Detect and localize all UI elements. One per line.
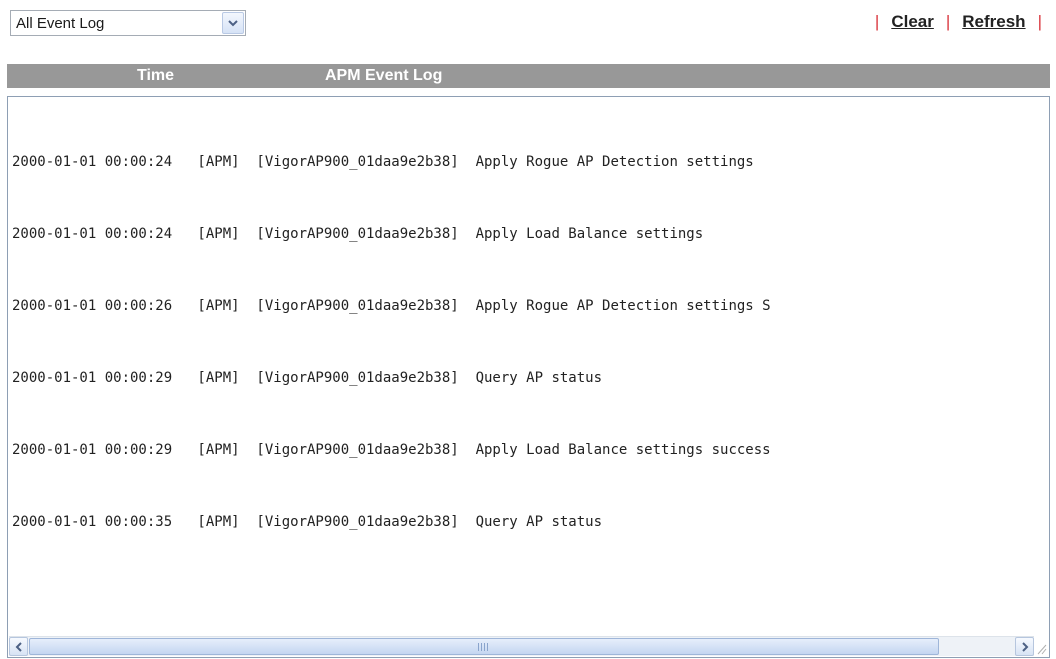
resize-grip-icon[interactable] — [1034, 637, 1048, 656]
scroll-left-arrow-icon[interactable] — [9, 637, 28, 656]
separator: | — [1037, 12, 1042, 31]
column-header-time: Time — [137, 67, 175, 84]
event-log-textarea[interactable]: 2000-01-01 00:00:24 [APM] [VigorAP900_01… — [7, 96, 1050, 658]
grip-icon — [478, 643, 490, 651]
log-line: 2000-01-01 00:00:26 [APM] [VigorAP900_01… — [12, 298, 771, 314]
log-line: 2000-01-01 00:00:35 [APM] [VigorAP900_01… — [12, 514, 603, 530]
chevron-down-icon[interactable] — [222, 12, 244, 34]
scrollbar-thumb[interactable] — [29, 638, 939, 655]
log-line: 2000-01-01 00:00:24 [APM] [VigorAP900_01… — [12, 154, 754, 170]
separator: | — [874, 12, 880, 31]
log-table-header: Time APM Event Log — [7, 64, 1050, 88]
scroll-right-arrow-icon[interactable] — [1015, 637, 1034, 656]
log-filter-select[interactable]: All Event Log — [10, 10, 246, 36]
log-lines: 2000-01-01 00:00:24 [APM] [VigorAP900_01… — [12, 102, 771, 582]
log-line: 2000-01-01 00:00:29 [APM] [VigorAP900_01… — [12, 370, 603, 386]
clear-link[interactable]: Clear — [891, 12, 934, 32]
separator: | — [945, 12, 951, 31]
horizontal-scrollbar[interactable] — [9, 636, 1034, 656]
column-header-event-log: APM Event Log — [325, 67, 443, 84]
log-actions: | Clear | Refresh | — [863, 12, 1042, 32]
log-line: 2000-01-01 00:00:24 [APM] [VigorAP900_01… — [12, 226, 704, 242]
event-log-page: All Event Log | Clear | Refresh | Time A… — [0, 0, 1056, 659]
log-line: 2000-01-01 00:00:29 [APM] [VigorAP900_01… — [12, 442, 771, 458]
log-filter-value: All Event Log — [16, 15, 105, 32]
refresh-link[interactable]: Refresh — [962, 12, 1025, 32]
